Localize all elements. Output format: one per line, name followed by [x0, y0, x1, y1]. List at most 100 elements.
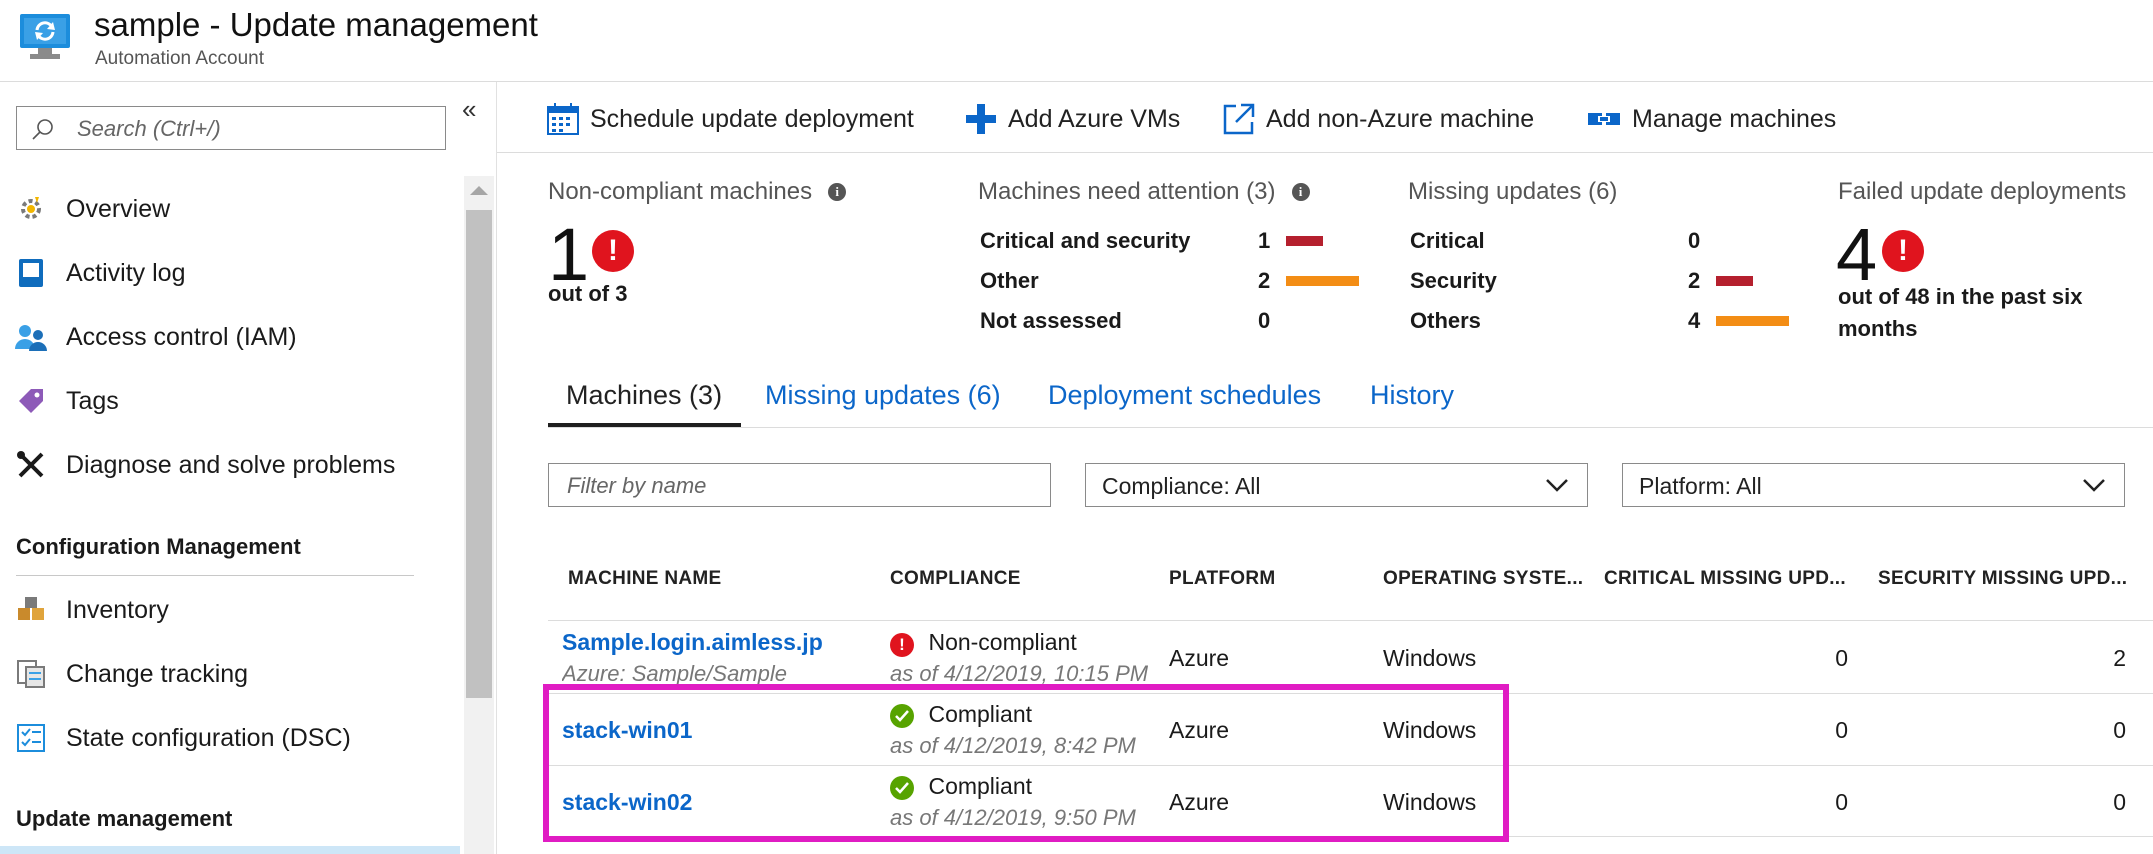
compliance-dropdown-value: Compliance: All: [1102, 473, 1261, 499]
column-header-platform[interactable]: PLATFORM: [1169, 568, 1276, 590]
wrench-icon: [14, 448, 48, 482]
sidebar-item-activity-log[interactable]: Activity log: [0, 246, 460, 300]
collapse-sidebar-button[interactable]: «: [462, 94, 476, 125]
selected-item-indicator: [0, 846, 460, 854]
attention-row-bar: [1286, 236, 1323, 246]
sidebar-item-iam[interactable]: Access control (IAM): [0, 310, 460, 364]
sidebar-item-change-tracking[interactable]: Change tracking: [0, 647, 460, 701]
sidebar-item-label: Tags: [66, 386, 119, 415]
plus-icon: [966, 104, 996, 134]
noncompliant-title-text: Non-compliant machines: [548, 178, 813, 205]
sidebar-item-diagnose[interactable]: Diagnose and solve problems: [0, 438, 460, 492]
noncompliant-caption: out of 3: [548, 281, 628, 306]
missing-row-value: 0: [1688, 228, 1701, 253]
tabs-divider: [548, 427, 2153, 428]
add-non-azure-machine-label: Add non-Azure machine: [1266, 104, 1535, 133]
page-title: sample - Update management: [94, 6, 538, 43]
column-header-security-missing[interactable]: SECURITY MISSING UPD...: [1878, 568, 2127, 590]
tag-icon: [14, 384, 48, 418]
attention-row-label: Not assessed: [980, 308, 1122, 333]
toolbar-divider: [497, 152, 2153, 153]
manage-machines-icon: [1588, 113, 1620, 125]
sidebar-item-label: Inventory: [66, 595, 169, 624]
sidebar-item-label: Diagnose and solve problems: [66, 450, 396, 479]
tab-missing-updates[interactable]: Missing updates (6): [765, 380, 1001, 411]
platform-dropdown[interactable]: Platform: All: [1622, 463, 2125, 507]
overview-icon: [14, 192, 48, 226]
search-input[interactable]: [75, 113, 439, 145]
security-missing-cell: 2: [2113, 645, 2126, 671]
security-missing-cell: 0: [2113, 717, 2126, 743]
change-tracking-icon: [14, 657, 48, 691]
security-missing-cell: 0: [2113, 789, 2126, 815]
calendar-icon: [547, 103, 579, 135]
tab-machines[interactable]: Machines (3): [566, 380, 722, 411]
scroll-up-arrow-icon[interactable]: [470, 186, 488, 195]
add-non-azure-machine-button[interactable]: Add non-Azure machine: [1222, 97, 1534, 141]
attention-row-value: 1: [1258, 228, 1271, 253]
add-azure-vms-button[interactable]: Add Azure VMs: [964, 97, 1180, 141]
search-icon: [32, 119, 53, 140]
missing-row-value: 4: [1688, 308, 1701, 333]
attention-title-text: Machines need attention (3): [978, 178, 1276, 205]
machine-name-link[interactable]: Sample.login.aimless.jp: [562, 629, 823, 656]
sidebar-item-label: Access control (IAM): [66, 322, 297, 351]
iam-icon: [14, 320, 48, 354]
sidebar-item-inventory[interactable]: Inventory: [0, 583, 460, 637]
sidebar-item-label: State configuration (DSC): [66, 723, 351, 752]
missing-updates-summary-title: Missing updates (6): [1408, 178, 1617, 206]
info-icon[interactable]: i: [1291, 183, 1310, 201]
failed-deployments-summary-title: Failed update deployments: [1838, 178, 2126, 206]
manage-machines-button[interactable]: Manage machines: [1586, 97, 1836, 141]
scrollbar-thumb[interactable]: [466, 210, 492, 698]
missing-row-label: Security: [1410, 268, 1497, 293]
section-title-update-management: Update management: [16, 806, 233, 831]
missing-row-label: Critical: [1410, 228, 1485, 253]
critical-missing-cell: 0: [1835, 717, 1848, 743]
attention-row-value: 2: [1258, 268, 1271, 293]
section-divider: [16, 575, 414, 576]
compliance-dropdown[interactable]: Compliance: All: [1085, 463, 1588, 507]
column-header-compliance[interactable]: COMPLIANCE: [890, 568, 1021, 590]
tab-deployment-schedules[interactable]: Deployment schedules: [1048, 380, 1321, 411]
sidebar-search[interactable]: [16, 106, 446, 150]
filter-by-name-input[interactable]: [565, 470, 1029, 502]
column-header-machine-name[interactable]: MACHINE NAME: [568, 568, 722, 590]
sidebar-item-overview[interactable]: Overview: [0, 182, 460, 236]
header-divider: [0, 81, 2153, 82]
error-icon: !: [890, 633, 914, 657]
attention-row-label: Other: [980, 268, 1039, 293]
sidebar-divider: [496, 82, 497, 854]
activity-log-icon: [14, 256, 48, 290]
filter-by-name[interactable]: [548, 463, 1051, 507]
schedule-update-deployment-button[interactable]: Schedule update deployment: [546, 97, 914, 141]
missing-row-bar: [1716, 316, 1789, 326]
dsc-icon: [14, 721, 48, 755]
tab-history[interactable]: History: [1370, 380, 1454, 411]
external-link-icon: [1223, 103, 1255, 135]
error-icon: !: [1882, 230, 1924, 272]
inventory-icon: [14, 593, 48, 627]
column-header-operating-system[interactable]: OPERATING SYSTE...: [1383, 568, 1583, 590]
sidebar-item-label: Change tracking: [66, 659, 249, 688]
os-cell: Windows: [1383, 645, 1477, 671]
error-icon: !: [592, 230, 634, 272]
attention-row-value: 0: [1258, 308, 1271, 333]
sidebar-item-tags[interactable]: Tags: [0, 374, 460, 428]
failed-title-text: Failed update deployments: [1838, 178, 2127, 205]
missing-updates-title-text: Missing updates (6): [1408, 178, 1618, 205]
noncompliant-summary-title: Non-compliant machines i: [548, 178, 847, 206]
missing-row-bar: [1716, 276, 1753, 286]
compliance-timestamp: as of 4/12/2019, 10:15 PM: [890, 661, 1148, 686]
sidebar-item-dsc[interactable]: State configuration (DSC): [0, 711, 460, 765]
info-icon[interactable]: i: [828, 183, 847, 201]
column-header-critical-missing[interactable]: CRITICAL MISSING UPD...: [1604, 568, 1846, 590]
active-tab-indicator: [548, 423, 741, 427]
manage-machines-label: Manage machines: [1632, 104, 1837, 133]
missing-row-label: Others: [1410, 308, 1481, 333]
critical-missing-cell: 0: [1835, 789, 1848, 815]
platform-cell: Azure: [1169, 645, 1230, 671]
section-title-configuration: Configuration Management: [16, 534, 301, 559]
sidebar-item-label: Activity log: [66, 258, 186, 287]
page-subtitle: Automation Account: [95, 48, 264, 69]
